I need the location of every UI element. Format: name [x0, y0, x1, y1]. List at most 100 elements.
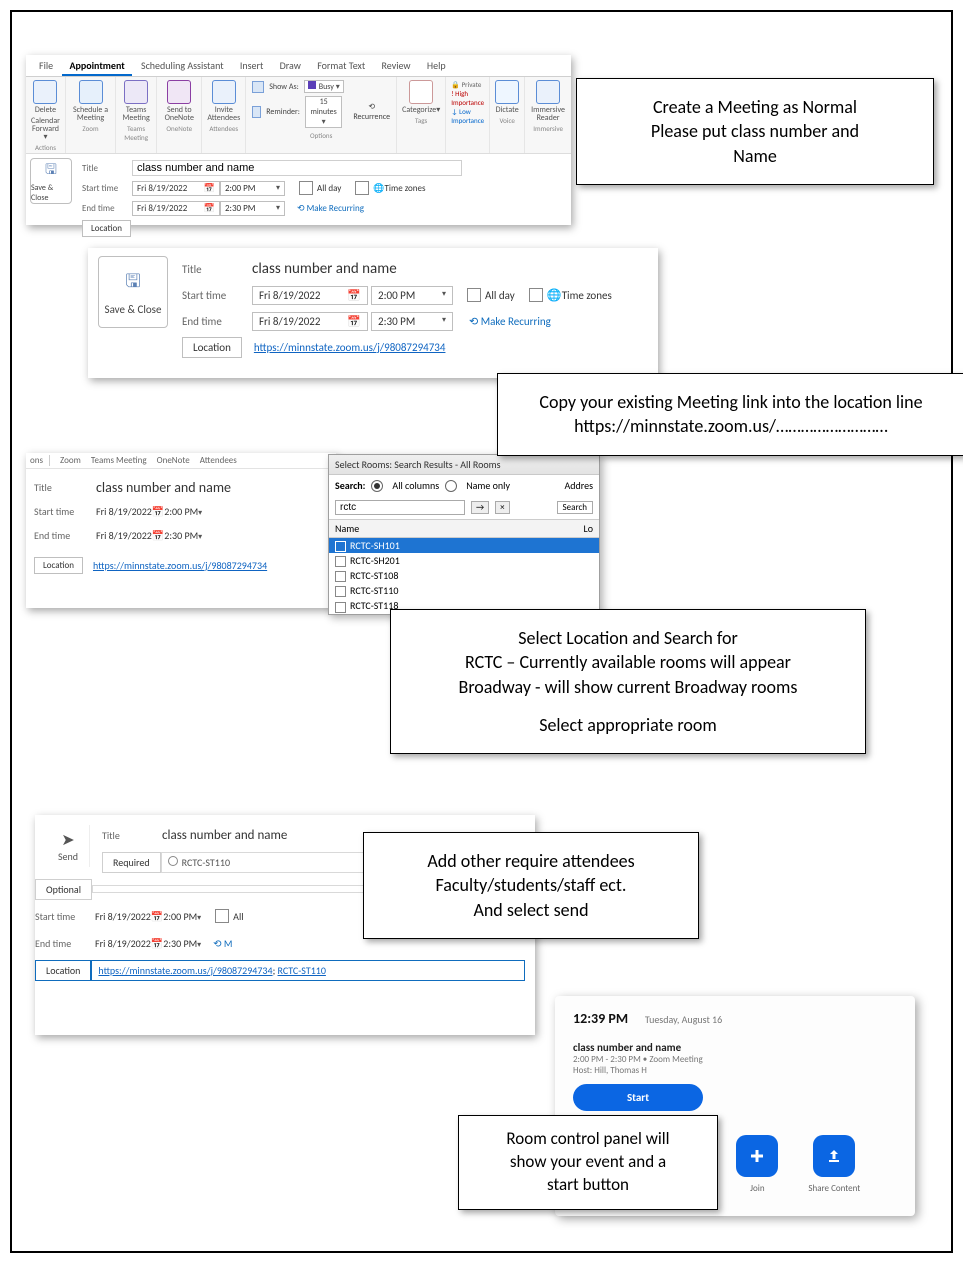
tab-zoom[interactable]: Zoom	[60, 455, 81, 466]
room-search-input[interactable]	[335, 500, 465, 515]
tab-appointment[interactable]: Appointment	[62, 57, 131, 76]
location-link[interactable]: https://minnstate.zoom.us/j/98087294734	[254, 341, 446, 354]
invite-attendees-button[interactable]: Invite Attendees	[207, 106, 240, 122]
all-columns-radio[interactable]	[371, 480, 383, 492]
start-time-dropdown[interactable]: 2:00 PM▾	[371, 286, 453, 305]
name-only-radio[interactable]	[445, 480, 457, 492]
send-button[interactable]: ➤ Send	[47, 825, 90, 867]
tab-draw[interactable]: Draw	[273, 57, 308, 74]
tab-file[interactable]: File	[32, 57, 60, 74]
categorize-icon[interactable]	[409, 80, 433, 104]
all-day-checkbox[interactable]	[467, 288, 481, 302]
room-icon	[335, 586, 346, 597]
required-button[interactable]: Required	[102, 852, 161, 873]
teams-icon[interactable]	[124, 80, 148, 104]
onenote-icon[interactable]	[167, 80, 191, 104]
timezones-checkbox[interactable]	[529, 288, 543, 302]
calendar-icon: 📅	[347, 289, 361, 302]
tab-scheduling-assistant[interactable]: Scheduling Assistant	[134, 57, 231, 74]
location-button[interactable]: Location	[34, 557, 83, 574]
reminder-icon	[252, 106, 261, 118]
tab-attendees[interactable]: Attendees	[200, 455, 237, 466]
optional-button[interactable]: Optional	[35, 879, 92, 900]
make-recurring-link[interactable]: ⟲ M	[213, 937, 232, 950]
all-day-checkbox[interactable]	[299, 181, 313, 195]
start-date-picker[interactable]: Fri 8/19/2022📅	[252, 286, 368, 305]
tab-help[interactable]: Help	[420, 57, 453, 74]
immersive-reader-button[interactable]: Immersive Reader	[530, 106, 566, 122]
room-row[interactable]: RCTC-SH201	[329, 553, 599, 568]
low-importance-button[interactable]: ↓ Low Importance	[451, 107, 484, 125]
end-time-label: End time	[34, 529, 96, 542]
make-recurring-link[interactable]: ⟲ Make Recurring	[297, 203, 364, 214]
start-date-picker[interactable]: Fri 8/19/2022📅	[132, 181, 220, 196]
start-time-dropdown[interactable]: 2:00 PM▾	[163, 910, 201, 923]
immersive-icon[interactable]	[536, 80, 560, 104]
reminder-dropdown[interactable]: 15 minutes ▾	[305, 96, 342, 128]
location-room-link[interactable]: RCTC-ST110	[278, 964, 326, 977]
location-zoom-link[interactable]: https://minnstate.zoom.us/j/98087294734	[98, 964, 272, 977]
forward-button[interactable]: Forward ▾	[31, 125, 60, 141]
all-day-checkbox[interactable]	[215, 909, 229, 923]
start-time-dropdown[interactable]: 2:00 PM▾	[164, 505, 202, 518]
start-meeting-button[interactable]: Start	[573, 1084, 703, 1111]
end-time-dropdown[interactable]: 2:30 PM▾	[371, 312, 453, 331]
delete-button[interactable]: Delete	[31, 106, 60, 114]
search-results-dropdown[interactable]: Search	[557, 501, 593, 514]
location-link[interactable]: https://minnstate.zoom.us/j/98087294734	[93, 559, 267, 572]
location-input[interactable]: https://minnstate.zoom.us/j/98087294734;…	[91, 960, 525, 981]
ribbon-group-tags: Categorize▾ Tags	[397, 77, 446, 153]
save-and-close-button[interactable]: 🖫 Save & Close	[98, 256, 168, 328]
go-button[interactable]: →	[471, 501, 489, 514]
clear-button[interactable]: ×	[495, 501, 509, 514]
recurrence-button[interactable]: ⟲ Recurrence	[353, 102, 390, 122]
tab-review[interactable]: Review	[375, 57, 418, 74]
title-input[interactable]	[132, 160, 462, 176]
start-date-picker[interactable]: Fri 8/19/2022📅	[95, 910, 163, 923]
group-label-options: Options	[252, 131, 390, 140]
end-date-picker[interactable]: Fri 8/19/2022📅	[96, 529, 164, 542]
callout-line: Faculty/students/staff ect.	[382, 873, 680, 897]
end-date-picker[interactable]: Fri 8/19/2022📅	[252, 312, 368, 331]
room-row[interactable]: RCTC-ST110	[329, 583, 599, 598]
end-time-dropdown[interactable]: 2:30 PM▾	[220, 201, 285, 216]
dictate-button[interactable]: Dictate	[495, 106, 519, 114]
onenote-button[interactable]: Send to OneNote	[162, 106, 196, 122]
show-as-dropdown[interactable]: Busy ▾	[304, 80, 344, 93]
tabs-strip: ons Zoom Teams Meeting OneNote Attendees	[26, 453, 336, 469]
dictate-icon[interactable]	[495, 80, 519, 104]
tab-onenote[interactable]: OneNote	[157, 455, 190, 466]
save-and-close-button[interactable]: 🖫 Save & Close	[30, 158, 72, 204]
schedule-meeting-button[interactable]: Schedule a Meeting	[71, 106, 110, 122]
end-date-picker[interactable]: Fri 8/19/2022📅	[95, 937, 163, 950]
start-time-dropdown[interactable]: 2:00 PM▾	[220, 181, 285, 196]
room-row-selected[interactable]: RCTC-SH101	[329, 538, 599, 553]
end-time-dropdown[interactable]: 2:30 PM▾	[163, 937, 201, 950]
plus-icon	[736, 1135, 778, 1177]
group-label-immersive: Immersive	[530, 124, 566, 133]
make-recurring-link[interactable]: ⟲ Make Recurring	[469, 315, 551, 328]
end-time-dropdown[interactable]: 2:30 PM▾	[164, 529, 202, 542]
tab-format-text[interactable]: Format Text	[310, 57, 372, 74]
zoom-schedule-icon[interactable]	[79, 80, 103, 104]
tab-insert[interactable]: Insert	[233, 57, 271, 74]
categorize-button[interactable]: Categorize▾	[402, 106, 440, 114]
timezones-checkbox[interactable]	[355, 181, 369, 195]
end-date-picker[interactable]: Fri 8/19/2022📅	[132, 201, 220, 216]
columns-header: Name Lo	[329, 519, 599, 538]
location-button[interactable]: Location	[35, 960, 91, 981]
start-date-picker[interactable]: Fri 8/19/2022📅	[96, 505, 164, 518]
location-button[interactable]: Location	[182, 337, 242, 358]
join-button[interactable]: Join	[736, 1135, 778, 1194]
location-button[interactable]: Location	[82, 220, 131, 237]
teams-meeting-button[interactable]: Teams Meeting	[121, 106, 151, 122]
room-row[interactable]: RCTC-ST108	[329, 568, 599, 583]
delete-icon[interactable]	[33, 80, 57, 104]
tab-teams[interactable]: Teams Meeting	[91, 455, 147, 466]
share-content-button[interactable]: Share Content	[808, 1135, 860, 1194]
group-label-zoom: Zoom	[71, 124, 110, 133]
attendees-icon[interactable]	[212, 80, 236, 104]
private-toggle[interactable]: 🔒 Private	[451, 80, 484, 89]
meeting-form-fragment: ons Zoom Teams Meeting OneNote Attendees…	[26, 453, 336, 608]
high-importance-button[interactable]: ! High Importance	[451, 89, 484, 107]
